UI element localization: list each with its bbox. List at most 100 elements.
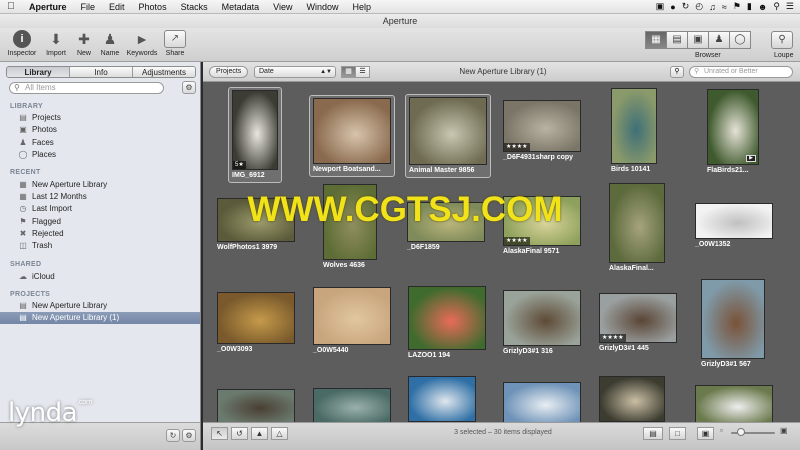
thumbnail-image[interactable] <box>701 279 765 359</box>
thumbnail-image[interactable] <box>611 88 657 164</box>
sidebar-item-icloud[interactable]: ☁ iCloud <box>0 271 200 283</box>
thumbnail-caption: AlaskaFinal... <box>609 265 654 272</box>
sidebar-item-projects[interactable]: ▤ Projects <box>0 112 200 124</box>
thumbnail-image[interactable] <box>695 385 773 422</box>
sidebar-item-project-library[interactable]: ▤ New Aperture Library <box>0 300 200 312</box>
stamp-tool-icon[interactable]: ▲ <box>251 427 268 440</box>
selection-status: 3 selected – 30 items displayed <box>454 429 552 436</box>
filter-hud-icon[interactable]: ⚲ <box>670 66 684 78</box>
sidebar-item-label: Flagged <box>32 217 61 226</box>
battery-icon[interactable]: ▮ <box>747 1 752 12</box>
places-icon: ◯ <box>18 150 28 159</box>
sidebar-item-label: Projects <box>32 113 61 122</box>
video-badge-icon: ▶ <box>746 155 756 162</box>
sidebar-item-new-aperture-library[interactable]: ▦ New Aperture Library <box>0 179 200 191</box>
split-view-icon[interactable]: ▤ <box>666 31 688 49</box>
sidebar-item-flagged[interactable]: ⚑ Flagged <box>0 216 200 228</box>
sidebar-item-trash[interactable]: ◫ Trash <box>0 240 200 252</box>
faces-view-icon[interactable]: ♟ <box>708 31 730 49</box>
calendar-icon: ▦ <box>19 192 27 201</box>
thumbnail-image[interactable] <box>217 389 295 422</box>
apple-menu-icon[interactable]:  <box>0 1 22 12</box>
thumbnail-image[interactable] <box>313 287 391 345</box>
gear-icon[interactable]: ⚙ <box>182 81 196 94</box>
wifi-icon[interactable]: ≈ <box>722 2 727 12</box>
rotate-tool-icon[interactable]: ↺ <box>231 427 248 440</box>
user-icon[interactable]: ☻ <box>758 2 767 12</box>
thumbnail-caption: FlaBirds21... <box>707 167 749 174</box>
menu-edit[interactable]: Edit <box>102 2 132 12</box>
menu-aperture[interactable]: Aperture <box>22 2 74 12</box>
window-title: Aperture <box>0 14 800 28</box>
tab-info[interactable]: Info <box>69 67 132 77</box>
lift-tool-icon[interactable]: △ <box>271 427 288 440</box>
thumbnail-caption: Animal Master 9856 <box>409 167 475 174</box>
menu-extra-icon[interactable]: ▣ <box>656 1 665 12</box>
sidebar-item-project-library-1[interactable]: ▤ New Aperture Library (1) <box>0 312 200 324</box>
metadata-overlay-icon[interactable]: ▤ <box>643 427 663 440</box>
grid-view-icon[interactable]: ▦ <box>341 66 356 78</box>
selection-tool-icon[interactable]: ↖ <box>211 427 228 440</box>
share-button[interactable]: ↗ Share <box>155 30 195 57</box>
thumbnail-image[interactable] <box>232 90 278 170</box>
browser-view-icon[interactable]: ▦ <box>645 31 667 49</box>
thumbnail-image[interactable] <box>695 203 773 239</box>
menu-help[interactable]: Help <box>346 2 379 12</box>
places-view-icon[interactable]: ◯ <box>729 31 751 49</box>
sync-icon[interactable]: ↻ <box>682 1 690 12</box>
volume-icon[interactable]: ♫ <box>709 2 716 12</box>
thumbnail-image[interactable] <box>313 98 391 164</box>
thumbnail-image[interactable] <box>599 376 665 422</box>
projects-button[interactable]: Projects <box>209 66 249 78</box>
sidebar-item-photos[interactable]: ▣ Photos <box>0 124 200 136</box>
thumbnail-image[interactable] <box>217 292 295 344</box>
thumbnail-image[interactable] <box>409 97 487 165</box>
menu-stacks[interactable]: Stacks <box>174 2 215 12</box>
action-gear-icon[interactable]: ⚙ <box>182 429 196 442</box>
tab-library[interactable]: Library <box>7 67 69 77</box>
list-view-icon[interactable]: ☰ <box>355 66 370 78</box>
thumbnail-caption: AlaskaFinal 9571 <box>503 248 560 255</box>
large-thumb-icon: ▣ <box>780 426 788 435</box>
thumbnail-size-slider[interactable] <box>731 428 775 436</box>
sidebar-item-rejected[interactable]: ✖ Rejected <box>0 228 200 240</box>
sort-select[interactable]: Date ▲▼ <box>254 66 336 78</box>
browser-footer: ↖ ↺ ▲ △ 3 selected – 30 items displayed … <box>203 422 800 450</box>
viewer-icon[interactable]: ▣ <box>687 31 709 49</box>
flag-icon[interactable]: ⚑ <box>733 1 741 12</box>
library-search-field[interactable]: ⚲ All Items <box>9 82 164 94</box>
slider-knob[interactable] <box>737 428 745 436</box>
spotlight-search-icon[interactable]: ⚲ <box>773 1 780 12</box>
sidebar-item-last-import[interactable]: ◷ Last Import <box>0 203 200 215</box>
thumbnail-image[interactable] <box>408 376 476 422</box>
thumbnail-image[interactable] <box>503 382 581 422</box>
time-machine-icon[interactable]: ◴ <box>695 1 703 12</box>
thumbnail-image[interactable] <box>408 286 486 350</box>
bluetooth-icon[interactable]: ● <box>670 2 675 12</box>
tab-adjustments[interactable]: Adjustments <box>132 67 195 77</box>
notification-list-icon[interactable]: ☰ <box>786 1 794 12</box>
clock-icon: ◷ <box>19 204 27 213</box>
thumbnail-image[interactable] <box>609 183 665 263</box>
sidebar-item-last-12-months[interactable]: ▦ Last 12 Months <box>0 191 200 203</box>
import-label: Import <box>46 50 66 57</box>
thumbnail-caption: _D6F1859 <box>407 244 440 251</box>
info-overlay-icon[interactable]: □ <box>669 427 686 440</box>
thumbnail-image[interactable] <box>707 89 759 165</box>
rating-filter-field[interactable]: ⚲ Unrated or Better <box>689 66 793 78</box>
fullscreen-icon[interactable]: ▣ <box>697 427 714 440</box>
menu-metadata[interactable]: Metadata <box>215 2 267 12</box>
menu-view[interactable]: View <box>266 2 299 12</box>
loupe-icon: ⚲ <box>778 34 786 45</box>
sidebar-item-label: Rejected <box>32 229 64 238</box>
thumbnail-image[interactable] <box>503 290 581 346</box>
menu-window[interactable]: Window <box>299 2 345 12</box>
sidebar-item-places[interactable]: ◯ Places <box>0 149 200 161</box>
sidebar-item-faces[interactable]: ♟ Faces <box>0 137 200 149</box>
menu-photos[interactable]: Photos <box>132 2 174 12</box>
section-recent: RECENT <box>10 169 41 176</box>
refresh-icon[interactable]: ↻ <box>166 429 180 442</box>
menu-file[interactable]: File <box>74 2 103 12</box>
thumbnail-image[interactable] <box>313 388 391 422</box>
loupe-button[interactable]: ⚲ <box>771 31 793 49</box>
